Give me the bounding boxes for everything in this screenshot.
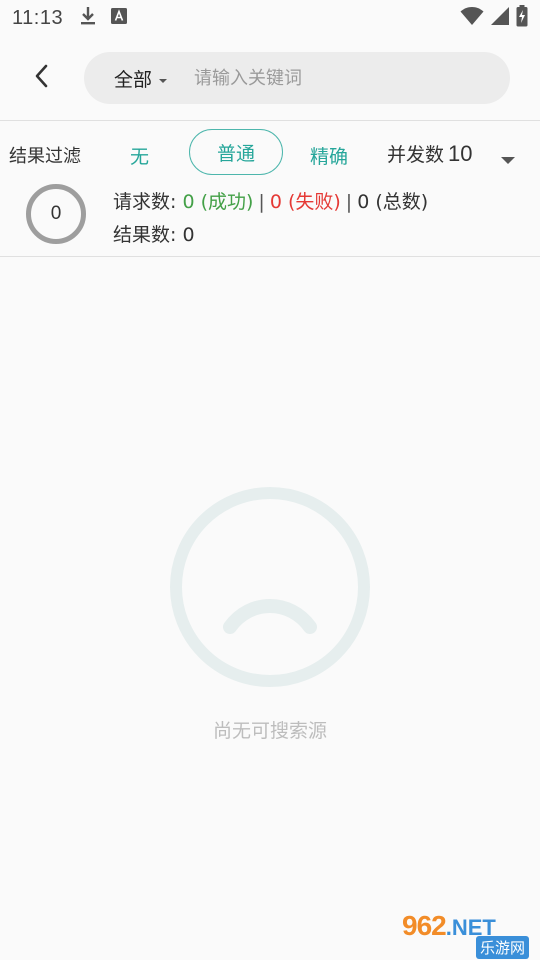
- success-count: 0 (成功): [182, 191, 254, 213]
- stats-separator: |: [258, 191, 265, 213]
- sad-face-icon: [166, 483, 374, 691]
- stats-divider: [0, 256, 540, 257]
- filter-option-normal[interactable]: 普通: [189, 129, 283, 175]
- concurrency-value: 10: [448, 141, 473, 166]
- battery-charging-icon: [516, 5, 528, 31]
- signal-icon: [490, 6, 510, 30]
- filter-label: 结果过滤: [9, 146, 81, 167]
- watermark-logo: 962.NET 乐游网: [400, 910, 538, 959]
- chevron-left-icon: [32, 63, 52, 93]
- total-count: 0 (总数): [357, 191, 429, 213]
- progress-value: 0: [50, 203, 62, 224]
- caret-down-icon: [158, 67, 168, 89]
- filter-option-none[interactable]: 无: [130, 142, 149, 169]
- watermark-cn: 乐游网: [476, 936, 530, 959]
- request-stats: 请求数: 0 (成功) | 0 (失败) | 0 (总数): [113, 187, 428, 214]
- empty-message: 尚无可搜索源: [212, 720, 327, 742]
- results-label: 结果数:: [113, 224, 177, 246]
- status-time: 11:13: [12, 6, 64, 29]
- requests-label: 请求数:: [113, 191, 177, 213]
- search-scope-dropdown[interactable]: 全部: [114, 65, 168, 92]
- search-header: 全部: [0, 36, 540, 120]
- concurrency-label: 并发数: [387, 144, 445, 166]
- back-button[interactable]: [12, 48, 72, 108]
- result-filter-row: 结果过滤 无 普通 精确 并发数 10: [0, 126, 540, 182]
- filter-option-exact[interactable]: 精确: [310, 142, 348, 169]
- wifi-icon: [460, 6, 484, 30]
- font-a-icon: [111, 8, 128, 28]
- header-divider: [0, 120, 540, 121]
- dropdown-arrow-icon[interactable]: [500, 150, 516, 169]
- search-input[interactable]: [194, 67, 475, 89]
- progress-ring: 0: [26, 184, 86, 244]
- result-stats: 结果数: 0: [113, 220, 195, 247]
- status-bar: 11:13: [0, 0, 540, 36]
- search-bar: 全部: [84, 52, 510, 104]
- fail-count: 0 (失败): [269, 191, 341, 213]
- status-system-icons: [460, 5, 528, 31]
- download-icon: [79, 6, 97, 30]
- search-scope-label: 全部: [114, 68, 153, 91]
- concurrency-selector[interactable]: 并发数 10: [387, 140, 473, 167]
- watermark-number: 962: [402, 910, 447, 941]
- results-value: 0: [182, 224, 195, 246]
- status-notification-icons: [79, 6, 128, 30]
- stats-separator: |: [345, 191, 353, 213]
